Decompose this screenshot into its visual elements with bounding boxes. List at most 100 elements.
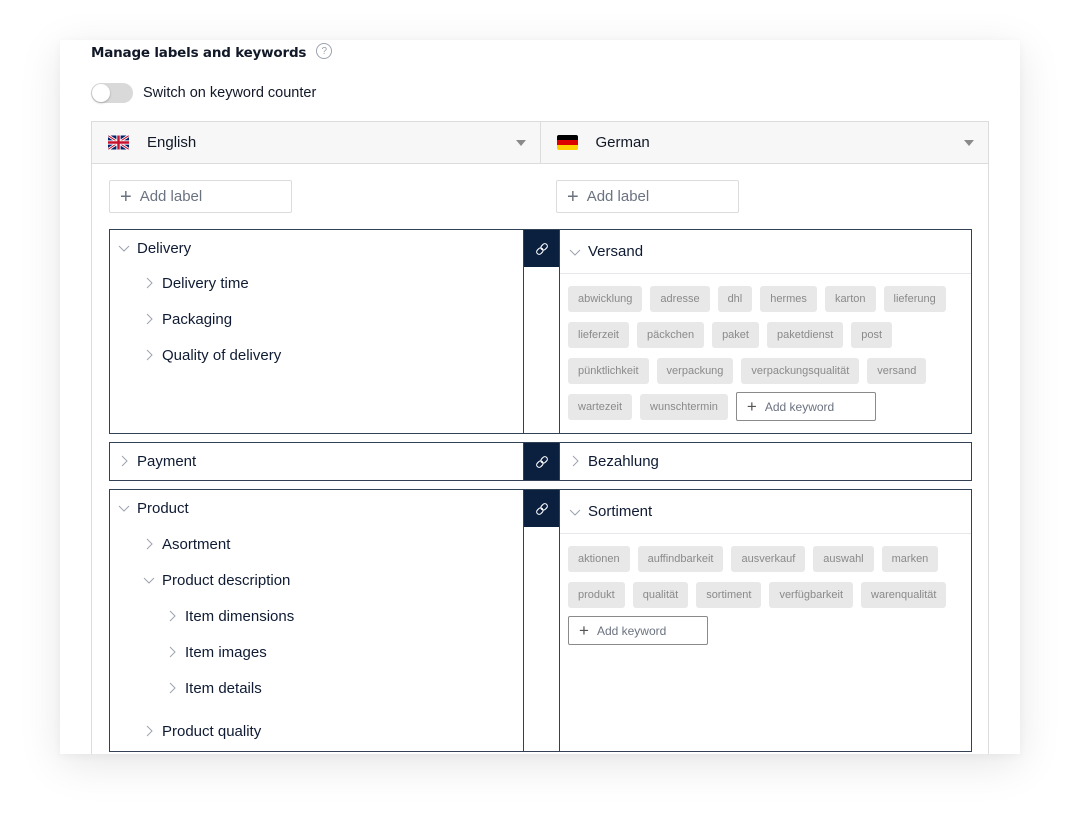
keyword-chip[interactable]: paket (712, 322, 759, 348)
section-heading: Manage labels and keywords ? (91, 43, 333, 61)
keyword-chip[interactable]: adresse (650, 286, 710, 312)
keyword-chip[interactable]: produkt (568, 582, 625, 608)
tree-node-quality-of-delivery[interactable]: Quality of delivery (142, 345, 281, 365)
language-header: English German (92, 122, 988, 164)
tree-node-versand[interactable]: Versand (560, 230, 971, 274)
keyword-list: aktionen auffindbarkeit ausverkauf auswahl m… (560, 534, 955, 645)
keyword-counter-label: Switch on keyword counter (143, 85, 317, 101)
label-tree-delivery: Delivery Delivery time Packaging Quality… (109, 229, 524, 434)
keyword-chip[interactable]: marken (881, 546, 939, 572)
link-column (524, 442, 559, 481)
target-language-name: German (595, 134, 650, 151)
tree-node-product-quality[interactable]: Product quality (142, 721, 261, 741)
add-keyword-input[interactable]: + Add keyword (735, 392, 876, 421)
keyword-chip[interactable]: auswahl (813, 546, 874, 572)
node-label: Delivery (137, 239, 192, 257)
keyword-chip[interactable]: abwicklung (568, 286, 643, 312)
add-label-placeholder: Add label (139, 188, 203, 205)
node-label: Payment (137, 452, 197, 470)
tree-node-product[interactable]: Product (117, 498, 189, 518)
keyword-chip[interactable]: lieferzeit (568, 322, 629, 348)
tree-node-item-images[interactable]: Item images (165, 642, 267, 662)
link-button[interactable] (524, 443, 559, 480)
uk-flag-icon (108, 135, 129, 150)
keyword-counter-toggle[interactable] (91, 83, 133, 103)
germany-flag-icon (556, 135, 578, 150)
tree-node-asortment[interactable]: Asortment (142, 534, 230, 554)
link-icon (535, 455, 548, 468)
target-language-select[interactable]: German (539, 122, 989, 163)
add-keyword-placeholder: Add keyword (596, 623, 667, 638)
plus-icon: + (579, 621, 589, 640)
keyword-chip[interactable]: sortiment (696, 582, 762, 608)
chevron-right-icon (146, 349, 153, 361)
plus-icon: + (567, 185, 579, 208)
language-panel: English German + Add label + Add label D… (91, 121, 989, 754)
keyword-chip[interactable]: qualität (632, 582, 689, 608)
keyword-panel-bezahlung: Bezahlung (559, 442, 972, 481)
node-label: Versand (588, 243, 644, 260)
keyword-chip[interactable]: warenqualität (861, 582, 947, 608)
chevron-right-icon (169, 682, 176, 694)
source-language-select[interactable]: English (92, 122, 540, 163)
add-keyword-placeholder: Add keyword (764, 399, 835, 414)
chevron-down-icon (569, 509, 581, 516)
keyword-chip[interactable]: aktionen (568, 546, 630, 572)
tree-node-packaging[interactable]: Packaging (142, 309, 232, 329)
labels-keywords-card: Manage labels and keywords ? Switch on k… (60, 40, 1020, 754)
tree-node-sortiment[interactable]: Sortiment (560, 490, 971, 534)
keyword-chip[interactable]: wartezeit (568, 394, 633, 420)
plus-icon: + (746, 397, 757, 416)
keyword-chip[interactable]: lieferung (883, 286, 946, 312)
node-label: Asortment (162, 535, 231, 553)
chevron-right-icon (146, 538, 153, 550)
keyword-chip[interactable]: verpackung (656, 358, 734, 384)
add-label-input-english[interactable]: + Add label (109, 180, 292, 213)
keyword-chip[interactable]: paketdienst (766, 322, 844, 348)
keyword-panel-sortiment: Sortiment aktionen auffindbarkeit ausverka… (559, 489, 972, 752)
keyword-chip[interactable]: auffindbarkeit (637, 546, 724, 572)
keyword-chip[interactable]: päckchen (636, 322, 705, 348)
keyword-chip[interactable]: post (851, 322, 893, 348)
chevron-right-icon (169, 646, 176, 658)
link-button[interactable] (524, 230, 559, 267)
question-circle-icon[interactable]: ? (316, 43, 333, 59)
keyword-counter-row: Switch on keyword counter (91, 83, 316, 103)
keyword-chip[interactable]: verpackungsqualität (741, 358, 860, 384)
node-label: Bezahlung (588, 452, 659, 470)
keyword-chip[interactable]: versand (867, 358, 927, 384)
keyword-chip[interactable]: hermes (760, 286, 817, 312)
keyword-chip[interactable]: wunschtermin (640, 394, 728, 420)
chevron-down-icon (143, 577, 155, 584)
add-keyword-input[interactable]: + Add keyword (568, 616, 708, 645)
tree-node-bezahlung[interactable]: Bezahlung (560, 443, 971, 479)
tree-node-delivery-time[interactable]: Delivery time (142, 273, 249, 293)
tree-node-item-details[interactable]: Item details (165, 678, 262, 698)
node-label: Quality of delivery (162, 346, 282, 364)
link-button[interactable] (524, 490, 559, 527)
node-label: Item images (185, 643, 267, 661)
keyword-chip[interactable]: ausverkauf (731, 546, 806, 572)
label-row-delivery: Delivery Delivery time Packaging Quality… (109, 229, 972, 434)
tree-node-item-dimensions[interactable]: Item dimensions (165, 606, 294, 626)
label-tree-product: Product Asortment Product description It… (109, 489, 524, 752)
node-label: Packaging (162, 310, 233, 328)
node-label: Delivery time (162, 274, 249, 292)
caret-down-icon (964, 140, 974, 146)
tree-node-delivery[interactable]: Delivery (117, 238, 191, 258)
node-label: Sortiment (588, 503, 653, 520)
label-row-payment: Payment Bezahlung (109, 442, 972, 481)
chevron-down-icon (118, 505, 130, 512)
source-language-name: English (147, 134, 197, 151)
keyword-chip[interactable]: dhl (717, 286, 753, 312)
chevron-down-icon (118, 245, 130, 252)
label-row-product: Product Asortment Product description It… (109, 489, 972, 752)
chevron-right-icon (146, 277, 153, 289)
keyword-chip[interactable]: pünktlichkeit (568, 358, 649, 384)
add-label-input-german[interactable]: + Add label (556, 180, 739, 213)
keyword-chip[interactable]: karton (824, 286, 876, 312)
chevron-down-icon (569, 249, 581, 256)
keyword-chip[interactable]: verfügbarkeit (769, 582, 854, 608)
tree-node-product-description[interactable]: Product description (142, 570, 290, 590)
tree-node-payment[interactable]: Payment (117, 451, 196, 471)
